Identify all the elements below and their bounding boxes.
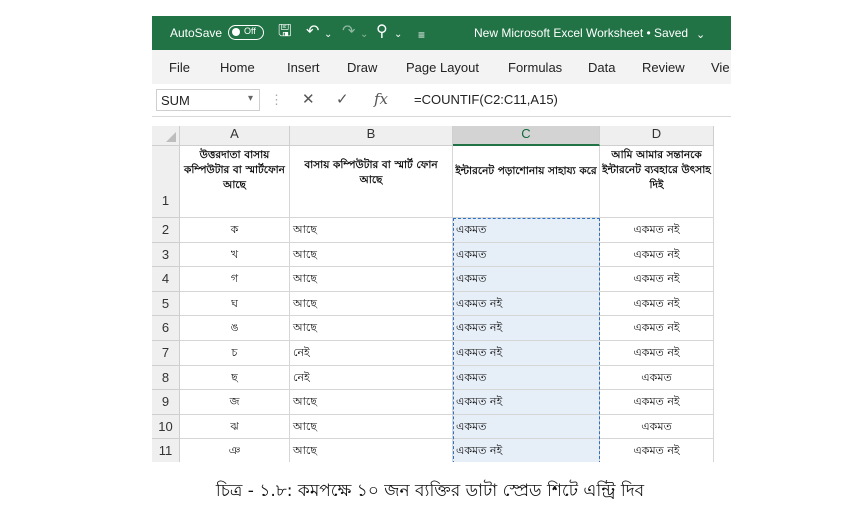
header-cell-d[interactable]: আমি আমার সন্তানকে ইন্টারনেট ব্যবহারে উৎস… <box>600 146 714 218</box>
formula-bar: SUM ▾ ⋮ ✕ ✓ fx =COUNTIF(C2:C11,A15) <box>152 84 731 117</box>
cell-c[interactable]: একমত <box>453 267 600 292</box>
select-all-corner[interactable] <box>152 126 180 146</box>
insert-function-icon[interactable]: fx <box>374 90 388 108</box>
redo-icon[interactable]: ↷ <box>342 23 355 41</box>
tab-data[interactable]: Data <box>588 60 615 75</box>
customize-toolbar-icon[interactable]: ≡ <box>418 26 425 44</box>
row-header[interactable]: 2 <box>152 218 180 243</box>
figure-caption: চিত্র - ১.৮: কমপক্ষে ১০ জন ব্যক্তির ডাটা… <box>215 481 645 501</box>
excel-screenshot: AutoSave Off 🖫 ↶ ⌄ ↷ ⌄ ⚲ ⌄ ≡ New Microso… <box>152 16 731 462</box>
cell-b[interactable]: আছে <box>290 218 453 243</box>
cell-b[interactable]: আছে <box>290 291 453 317</box>
row-header[interactable]: 3 <box>152 242 180 268</box>
cell-b[interactable]: আছে <box>290 316 453 341</box>
cell-b[interactable]: নেই <box>290 341 453 366</box>
name-box-dropdown-icon[interactable]: ▾ <box>248 93 253 104</box>
tab-formulas[interactable]: Formulas <box>508 60 562 75</box>
undo-dropdown-icon[interactable]: ⌄ <box>324 26 332 44</box>
enter-icon[interactable]: ✓ <box>336 90 349 108</box>
cell-a[interactable]: ক <box>180 218 290 243</box>
cell-b[interactable]: আছে <box>290 267 453 292</box>
row-header[interactable]: 7 <box>152 341 180 366</box>
toggle-knob <box>232 28 240 36</box>
header-cell-b[interactable]: বাসায় কম্পিউটার বা স্মার্ট ফোন আছে <box>290 146 453 218</box>
row-header[interactable]: 6 <box>152 316 180 341</box>
header-cell-a[interactable]: উত্তরদাতা বাসায় কম্পিউটার বা স্মার্টফোন… <box>180 146 290 218</box>
cell-d[interactable]: একমত নই <box>600 439 714 462</box>
cell-a[interactable]: ছ <box>180 365 290 391</box>
format-painter-icon[interactable]: ⚲ <box>376 23 388 41</box>
tab-review[interactable]: Review <box>642 60 685 75</box>
redo-dropdown-icon[interactable]: ⌄ <box>360 26 368 44</box>
row-header-1[interactable]: 1 <box>152 146 180 218</box>
row-header[interactable]: 9 <box>152 390 180 415</box>
cell-d[interactable]: একমত <box>600 414 714 440</box>
cell-d[interactable]: একমত নই <box>600 291 714 317</box>
cell-d[interactable]: একমত <box>600 365 714 391</box>
row-header[interactable]: 10 <box>152 414 180 440</box>
save-icon[interactable]: 🖫 <box>278 23 292 41</box>
cell-c[interactable]: একমত নই <box>453 316 600 341</box>
tab-draw[interactable]: Draw <box>347 60 377 75</box>
cell-c[interactable]: একমত <box>453 242 600 268</box>
cancel-icon[interactable]: ✕ <box>302 90 315 108</box>
autosave-toggle[interactable]: Off <box>228 25 264 40</box>
row-header[interactable]: 8 <box>152 365 180 391</box>
cell-a[interactable]: ঞ <box>180 439 290 462</box>
title-bar: AutoSave Off 🖫 ↶ ⌄ ↷ ⌄ ⚲ ⌄ ≡ New Microso… <box>152 16 731 50</box>
format-dropdown-icon[interactable]: ⌄ <box>394 26 402 44</box>
name-box-value: SUM <box>161 93 190 108</box>
cell-c[interactable]: একমত নই <box>453 439 600 462</box>
cell-a[interactable]: জ <box>180 390 290 415</box>
row-header[interactable]: 4 <box>152 267 180 292</box>
tab-home[interactable]: Home <box>220 60 255 75</box>
column-header-a[interactable]: A <box>180 126 290 146</box>
row-header[interactable]: 11 <box>152 439 180 462</box>
tab-page-layout[interactable]: Page Layout <box>406 60 479 75</box>
cell-a[interactable]: খ <box>180 242 290 268</box>
cell-a[interactable]: চ <box>180 341 290 366</box>
tab-insert[interactable]: Insert <box>287 60 320 75</box>
cell-d[interactable]: একমত নই <box>600 316 714 341</box>
row-header[interactable]: 5 <box>152 291 180 317</box>
cell-c[interactable]: একমত নই <box>453 341 600 366</box>
column-header-d[interactable]: D <box>600 126 714 146</box>
ribbon-tabs: File Home Insert Draw Page Layout Formul… <box>152 50 731 84</box>
cell-c[interactable]: একমত <box>453 365 600 391</box>
title-chevron-icon[interactable]: ⌄ <box>696 26 705 44</box>
cell-b[interactable]: আছে <box>290 242 453 268</box>
cell-c[interactable]: একমত নই <box>453 390 600 415</box>
name-box[interactable]: SUM ▾ <box>156 89 260 111</box>
cell-a[interactable]: ঝ <box>180 414 290 440</box>
autosave-state: Off <box>244 26 256 36</box>
cell-c[interactable]: একমত নই <box>453 291 600 317</box>
cell-b[interactable]: নেই <box>290 365 453 391</box>
tab-view[interactable]: Vie <box>711 60 730 75</box>
cell-d[interactable]: একমত নই <box>600 242 714 268</box>
cell-b[interactable]: আছে <box>290 439 453 462</box>
column-header-b[interactable]: B <box>290 126 453 146</box>
cell-a[interactable]: গ <box>180 267 290 292</box>
cell-c[interactable]: একমত <box>453 414 600 440</box>
undo-icon[interactable]: ↶ <box>306 23 319 41</box>
tab-file[interactable]: File <box>169 60 190 75</box>
cell-d[interactable]: একমত নই <box>600 267 714 292</box>
column-header-c[interactable]: C <box>453 126 600 146</box>
cell-d[interactable]: একমত নই <box>600 341 714 366</box>
document-title[interactable]: New Microsoft Excel Worksheet • Saved <box>474 26 688 40</box>
cell-b[interactable]: আছে <box>290 414 453 440</box>
cell-b[interactable]: আছে <box>290 390 453 415</box>
cell-d[interactable]: একমত নই <box>600 390 714 415</box>
cell-a[interactable]: ঙ <box>180 316 290 341</box>
cell-a[interactable]: ঘ <box>180 291 290 317</box>
autosave-label: AutoSave <box>170 26 223 40</box>
cell-c[interactable]: একমত <box>453 218 600 243</box>
formula-input[interactable]: =COUNTIF(C2:C11,A15) <box>414 92 558 107</box>
header-cell-c[interactable]: ইন্টারনেট পড়াশোনায় সাহায্য করে <box>453 146 600 218</box>
cell-d[interactable]: একমত নই <box>600 218 714 243</box>
formula-separator: ⋮ <box>270 92 283 107</box>
